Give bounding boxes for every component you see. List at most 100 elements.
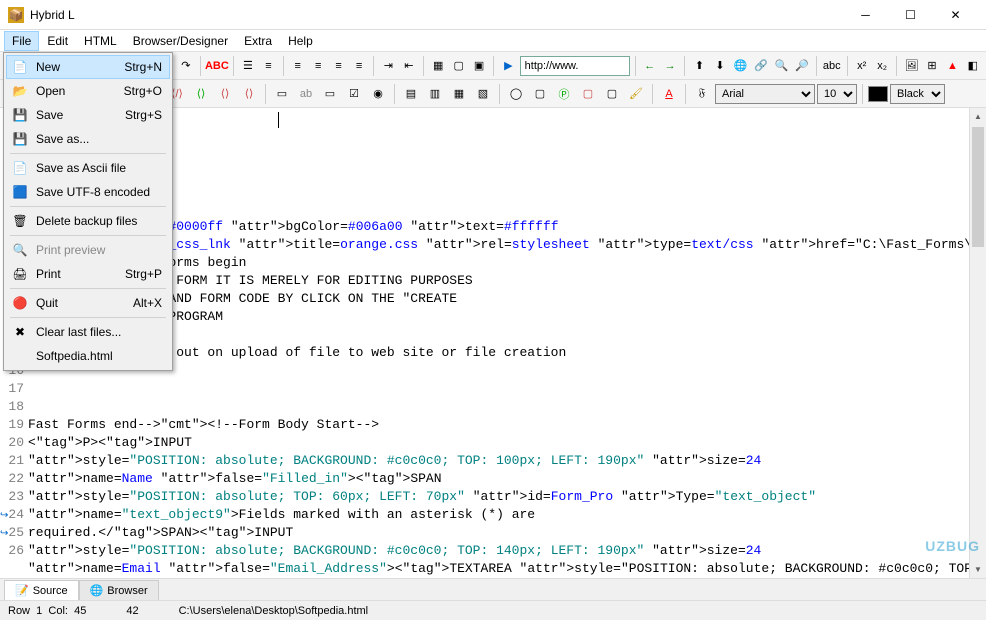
tab-source[interactable]: 📝Source (4, 580, 79, 600)
scroll-thumb[interactable] (972, 127, 984, 247)
color-swatch[interactable] (868, 86, 888, 102)
list-ol-icon[interactable]: ≡ (259, 55, 277, 77)
menu-item-label: Softpedia.html (30, 349, 166, 363)
box6-icon[interactable]: ▢ (529, 83, 551, 105)
menu-item-save-utf-8-encoded[interactable]: 🟦Save UTF-8 encoded (6, 180, 170, 204)
box4-icon[interactable]: ☑ (343, 83, 365, 105)
form1-icon[interactable]: ▤ (400, 83, 422, 105)
browser-icon[interactable]: ▶ (499, 55, 517, 77)
new-icon: 📄 (10, 59, 30, 75)
align-center-icon[interactable]: ≡ (309, 55, 327, 77)
statusbar: Row 1 Col: 45 42 C:\Users\elena\Desktop\… (0, 600, 986, 620)
box7-icon[interactable]: ▢ (577, 83, 599, 105)
menu-item-shortcut: Strg+N (124, 60, 166, 74)
menu-item-print-preview: 🔍Print preview (6, 238, 170, 262)
menu-item-softpedia-html[interactable]: Softpedia.html (6, 344, 170, 368)
outdent-icon[interactable]: ⇤ (400, 55, 418, 77)
menu-item-label: Open (30, 84, 124, 98)
menu-item-label: Delete backup files (30, 214, 166, 228)
char-icon[interactable]: ▲ (943, 55, 961, 77)
indent-icon[interactable]: ⇥ (379, 55, 397, 77)
menu-help[interactable]: Help (280, 31, 321, 51)
menu-item-clear-last-files-[interactable]: ✖Clear last files... (6, 320, 170, 344)
box5-icon[interactable]: ◉ (367, 83, 389, 105)
menu-item-label: Print (30, 267, 125, 281)
circ1-icon[interactable]: ◯ (505, 83, 527, 105)
window-title: Hybrid L (30, 8, 843, 22)
menu-item-new[interactable]: 📄NewStrg+N (6, 55, 170, 79)
link-icon[interactable]: 🔗 (752, 55, 770, 77)
font-family-select[interactable]: Arial (715, 84, 815, 104)
download-icon[interactable]: ⬇ (711, 55, 729, 77)
brush-icon[interactable]: 🖌 (625, 83, 647, 105)
spellcheck-icon[interactable]: ABC (206, 55, 228, 77)
menu-separator (10, 235, 166, 236)
globe-icon[interactable]: 🌐 (731, 55, 749, 77)
url-input[interactable] (520, 56, 630, 76)
sup-icon[interactable]: x² (852, 55, 870, 77)
tab-browser[interactable]: 🌐Browser (79, 580, 159, 600)
quit-icon: 🔴 (10, 295, 30, 311)
upload-icon[interactable]: ⬆ (690, 55, 708, 77)
box8-icon[interactable]: ▢ (601, 83, 623, 105)
form3-icon[interactable]: ▦ (448, 83, 470, 105)
menu-edit[interactable]: Edit (39, 31, 76, 51)
vertical-scrollbar[interactable]: ▲ ▼ (969, 108, 986, 578)
box1-icon[interactable]: ▭ (271, 83, 293, 105)
menu-html[interactable]: HTML (76, 31, 125, 51)
menu-item-shortcut: Strg+S (125, 108, 166, 122)
search-icon[interactable]: 🔍 (772, 55, 790, 77)
tool-b-icon[interactable]: ▢ (449, 55, 467, 77)
back-icon[interactable]: ← (640, 55, 658, 77)
menu-item-delete-backup-files[interactable]: 🗑Delete backup files (6, 209, 170, 233)
menu-extra[interactable]: Extra (236, 31, 280, 51)
font-color-icon[interactable]: A (658, 83, 680, 105)
box3-icon[interactable]: ▭ (319, 83, 341, 105)
abc-icon[interactable]: abc (822, 55, 842, 77)
zoom-icon[interactable]: 🔎 (793, 55, 811, 77)
separator (373, 56, 374, 76)
form2-icon[interactable]: ▥ (424, 83, 446, 105)
menu-item-save-as-ascii-file[interactable]: 📄Save as Ascii file (6, 156, 170, 180)
menu-item-quit[interactable]: 🔴QuitAlt+X (6, 291, 170, 315)
menu-item-save[interactable]: 💾SaveStrg+S (6, 103, 170, 127)
tool-c-icon[interactable]: ▣ (470, 55, 488, 77)
redo-icon[interactable]: ↷ (177, 55, 195, 77)
text-caret (278, 112, 279, 128)
tab-browser-label: Browser (107, 585, 147, 597)
list-ul-icon[interactable]: ☰ (239, 55, 257, 77)
circ2-icon[interactable]: Ⓟ (553, 83, 575, 105)
menu-item-save-as-[interactable]: 💾Save as... (6, 127, 170, 151)
align-justify-icon[interactable]: ≡ (350, 55, 368, 77)
source-icon: 📝 (15, 584, 29, 597)
menu-item-print[interactable]: 🖨PrintStrg+P (6, 262, 170, 286)
save-icon: 💾 (10, 107, 30, 123)
scroll-up-icon[interactable]: ▲ (970, 108, 986, 125)
menu-separator (10, 153, 166, 154)
forward-icon[interactable]: → (661, 55, 679, 77)
minimize-button[interactable]: ─ (843, 0, 888, 30)
misc-icon[interactable]: ◧ (964, 55, 982, 77)
sub-icon[interactable]: x₂ (873, 55, 891, 77)
font-icon[interactable]: 𝔉 (691, 83, 713, 105)
align-right-icon[interactable]: ≡ (329, 55, 347, 77)
scroll-down-icon[interactable]: ▼ (970, 561, 986, 578)
menu-item-open[interactable]: 📂OpenStrg+O (6, 79, 170, 103)
img-icon[interactable]: 🖼 (902, 55, 920, 77)
box2-icon[interactable]: ab (295, 83, 317, 105)
tag4-icon[interactable]: ⟨⟩ (214, 83, 236, 105)
color-select[interactable]: Black (890, 84, 945, 104)
form4-icon[interactable]: ▧ (472, 83, 494, 105)
menu-browser-designer[interactable]: Browser/Designer (125, 31, 236, 51)
blank-icon (10, 348, 30, 364)
maximize-button[interactable]: ☐ (888, 0, 933, 30)
tag3-icon[interactable]: ⟨⟩ (190, 83, 212, 105)
tag5-icon[interactable]: ⟨⟩ (238, 83, 260, 105)
align-left-icon[interactable]: ≡ (288, 55, 306, 77)
tool-a-icon[interactable]: ▦ (429, 55, 447, 77)
open-icon: 📂 (10, 83, 30, 99)
font-size-select[interactable]: 10 (817, 84, 857, 104)
menu-file[interactable]: File (4, 31, 39, 51)
close-button[interactable]: ✕ (933, 0, 978, 30)
grid-icon[interactable]: ⊞ (923, 55, 941, 77)
